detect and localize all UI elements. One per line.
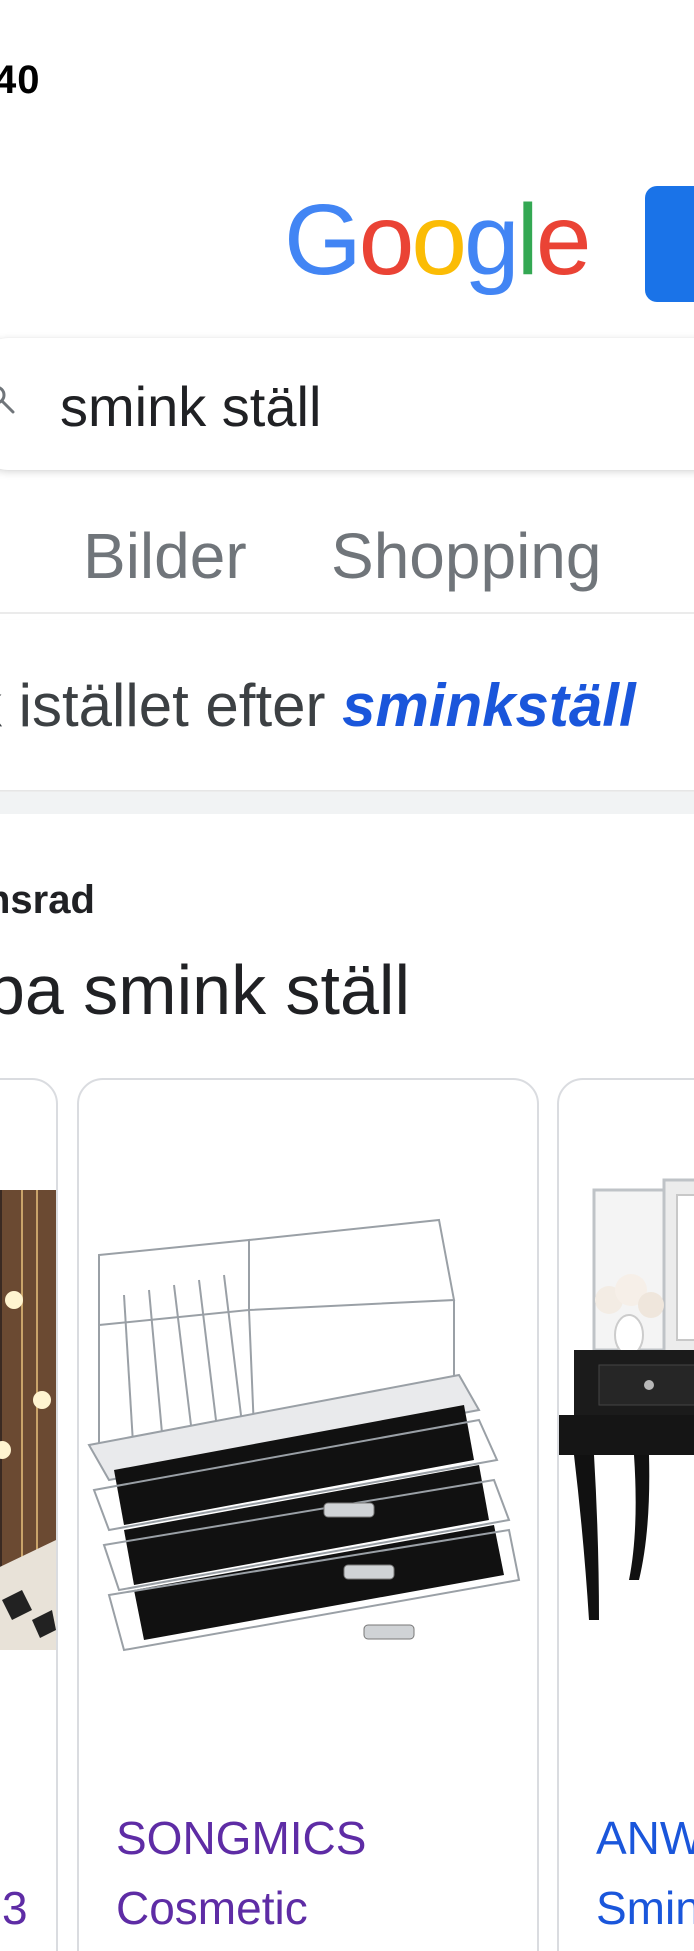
product-title[interactable]: Cosmetic bbox=[116, 1880, 308, 1936]
product-image[interactable] bbox=[559, 1160, 694, 1720]
product-image[interactable] bbox=[79, 1160, 537, 1720]
spelling-prefix: k istället efter bbox=[0, 672, 343, 739]
product-title[interactable]: Smin bbox=[596, 1880, 694, 1936]
google-logo[interactable]: Google bbox=[284, 184, 592, 296]
ads-heading: pa smink ställ bbox=[0, 951, 411, 1029]
ads-label: nsrad bbox=[0, 878, 95, 922]
spelling-suggestion-link[interactable]: sminkställ bbox=[342, 672, 635, 739]
product-card[interactable]: ANW Smin bbox=[557, 1078, 694, 1951]
logo-letter: g bbox=[464, 184, 520, 296]
search-icon[interactable] bbox=[0, 385, 16, 415]
product-title[interactable]: 3 bbox=[2, 1880, 28, 1936]
product-card[interactable]: SONGMICS Cosmetic bbox=[77, 1078, 539, 1951]
logo-letter: l bbox=[516, 184, 539, 296]
logo-letter: o bbox=[411, 184, 467, 296]
logo-letter: e bbox=[535, 184, 592, 296]
search-results-page: 40 Google smink ställ t Bilder Shopping … bbox=[0, 0, 694, 1951]
spelling-suggestion: k istället efter sminkställ bbox=[0, 670, 636, 742]
logo-letter: G bbox=[284, 184, 362, 296]
tabs-divider bbox=[0, 612, 694, 614]
product-card[interactable]: 3 bbox=[0, 1078, 58, 1951]
status-time: 40 bbox=[0, 58, 41, 102]
tab-shopping[interactable]: Shopping bbox=[331, 518, 601, 594]
product-image[interactable] bbox=[0, 1160, 56, 1720]
product-brand[interactable]: SONGMICS bbox=[116, 1810, 366, 1866]
product-brand[interactable]: ANW bbox=[596, 1810, 694, 1866]
section-divider bbox=[0, 792, 694, 814]
tab-images[interactable]: Bilder bbox=[83, 518, 247, 594]
search-input[interactable]: smink ställ bbox=[60, 375, 321, 439]
sign-in-button[interactable] bbox=[645, 186, 694, 302]
logo-letter: o bbox=[358, 184, 415, 296]
